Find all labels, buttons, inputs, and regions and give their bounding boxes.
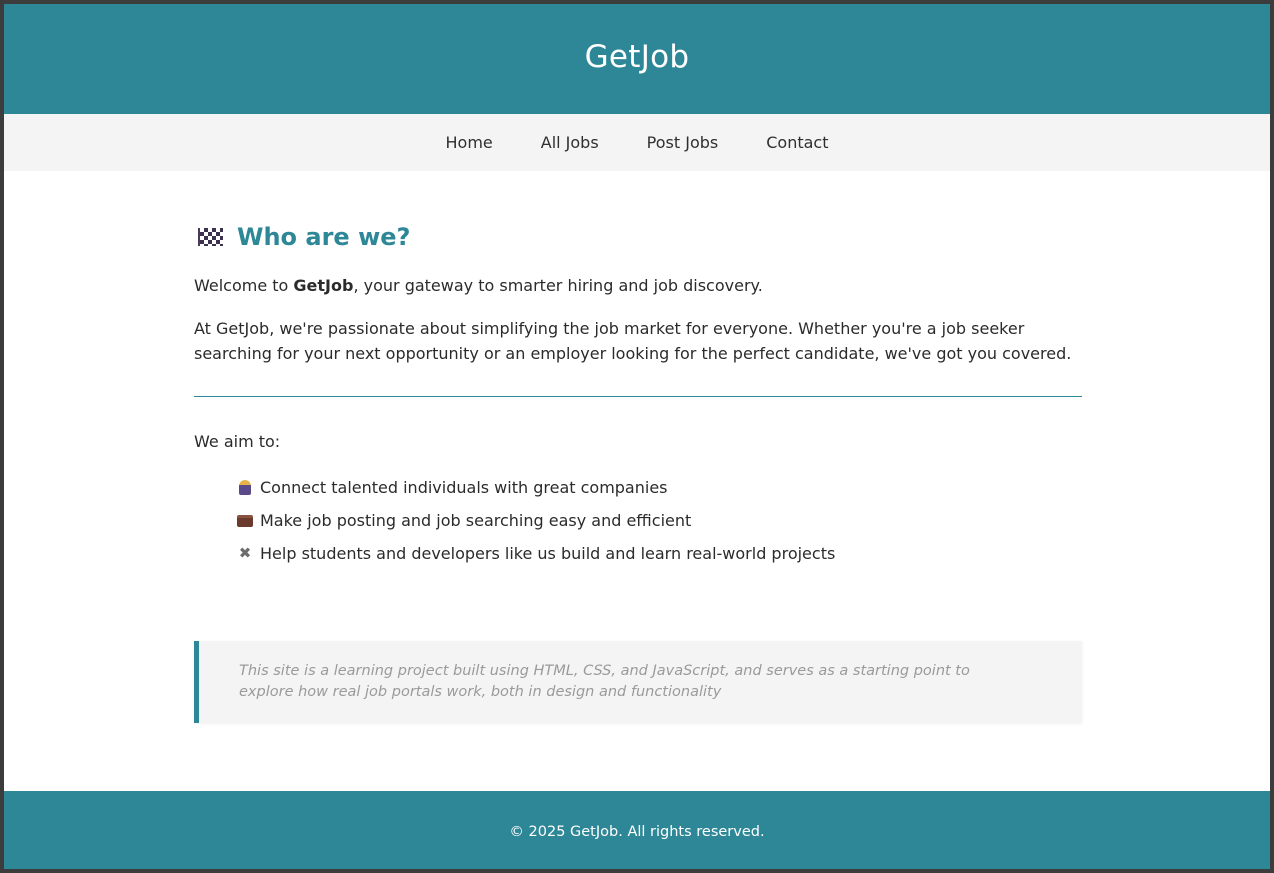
nav-post-jobs-link[interactable]: Post Jobs [647, 133, 719, 152]
checkered-flag-icon [198, 228, 223, 246]
mission-paragraph: At GetJob, we're passionate about simpli… [194, 319, 1072, 363]
list-item-text: Connect talented individuals with great … [260, 478, 668, 497]
list-item: Make job posting and job searching easy … [236, 504, 835, 537]
copyright-text: © 2025 GetJob. All rights reserved. [509, 824, 765, 840]
nav-contact-link[interactable]: Contact [766, 133, 828, 152]
section-title: Who are we? [237, 223, 411, 251]
main-nav: Home All Jobs Post Jobs Contact [4, 114, 1270, 171]
intro-paragraph: Welcome to GetJob, your gateway to smart… [194, 275, 1082, 297]
briefcase-icon [236, 512, 254, 530]
page-frame: GetJob Home All Jobs Post Jobs Contact W… [4, 4, 1270, 869]
section-heading: Who are we? [198, 223, 410, 251]
list-item: Connect talented individuals with great … [236, 471, 835, 504]
list-item: ✖ Help students and developers like us b… [236, 537, 836, 570]
section-divider [194, 396, 1082, 397]
list-item-text: Help students and developers like us bui… [260, 544, 836, 563]
site-header: GetJob [4, 4, 1270, 114]
site-footer: © 2025 GetJob. All rights reserved. [4, 791, 1270, 869]
list-item-text: Make job posting and job searching easy … [260, 511, 692, 530]
intro-prefix: Welcome to [194, 276, 294, 295]
nav-home-link[interactable]: Home [446, 133, 493, 152]
intro-brand: GetJob [293, 276, 354, 295]
aims-lead: We aim to: [194, 432, 281, 451]
worker-icon [236, 479, 254, 497]
project-note: This site is a learning project built us… [194, 641, 1082, 723]
intro-suffix: , your gateway to smarter hiring and job… [353, 276, 763, 295]
project-note-text: This site is a learning project built us… [239, 663, 970, 700]
tools-icon: ✖ [238, 544, 252, 562]
site-logo[interactable]: GetJob [585, 39, 690, 75]
aims-list: Connect talented individuals with great … [236, 471, 835, 570]
nav-all-jobs-link[interactable]: All Jobs [541, 133, 599, 152]
